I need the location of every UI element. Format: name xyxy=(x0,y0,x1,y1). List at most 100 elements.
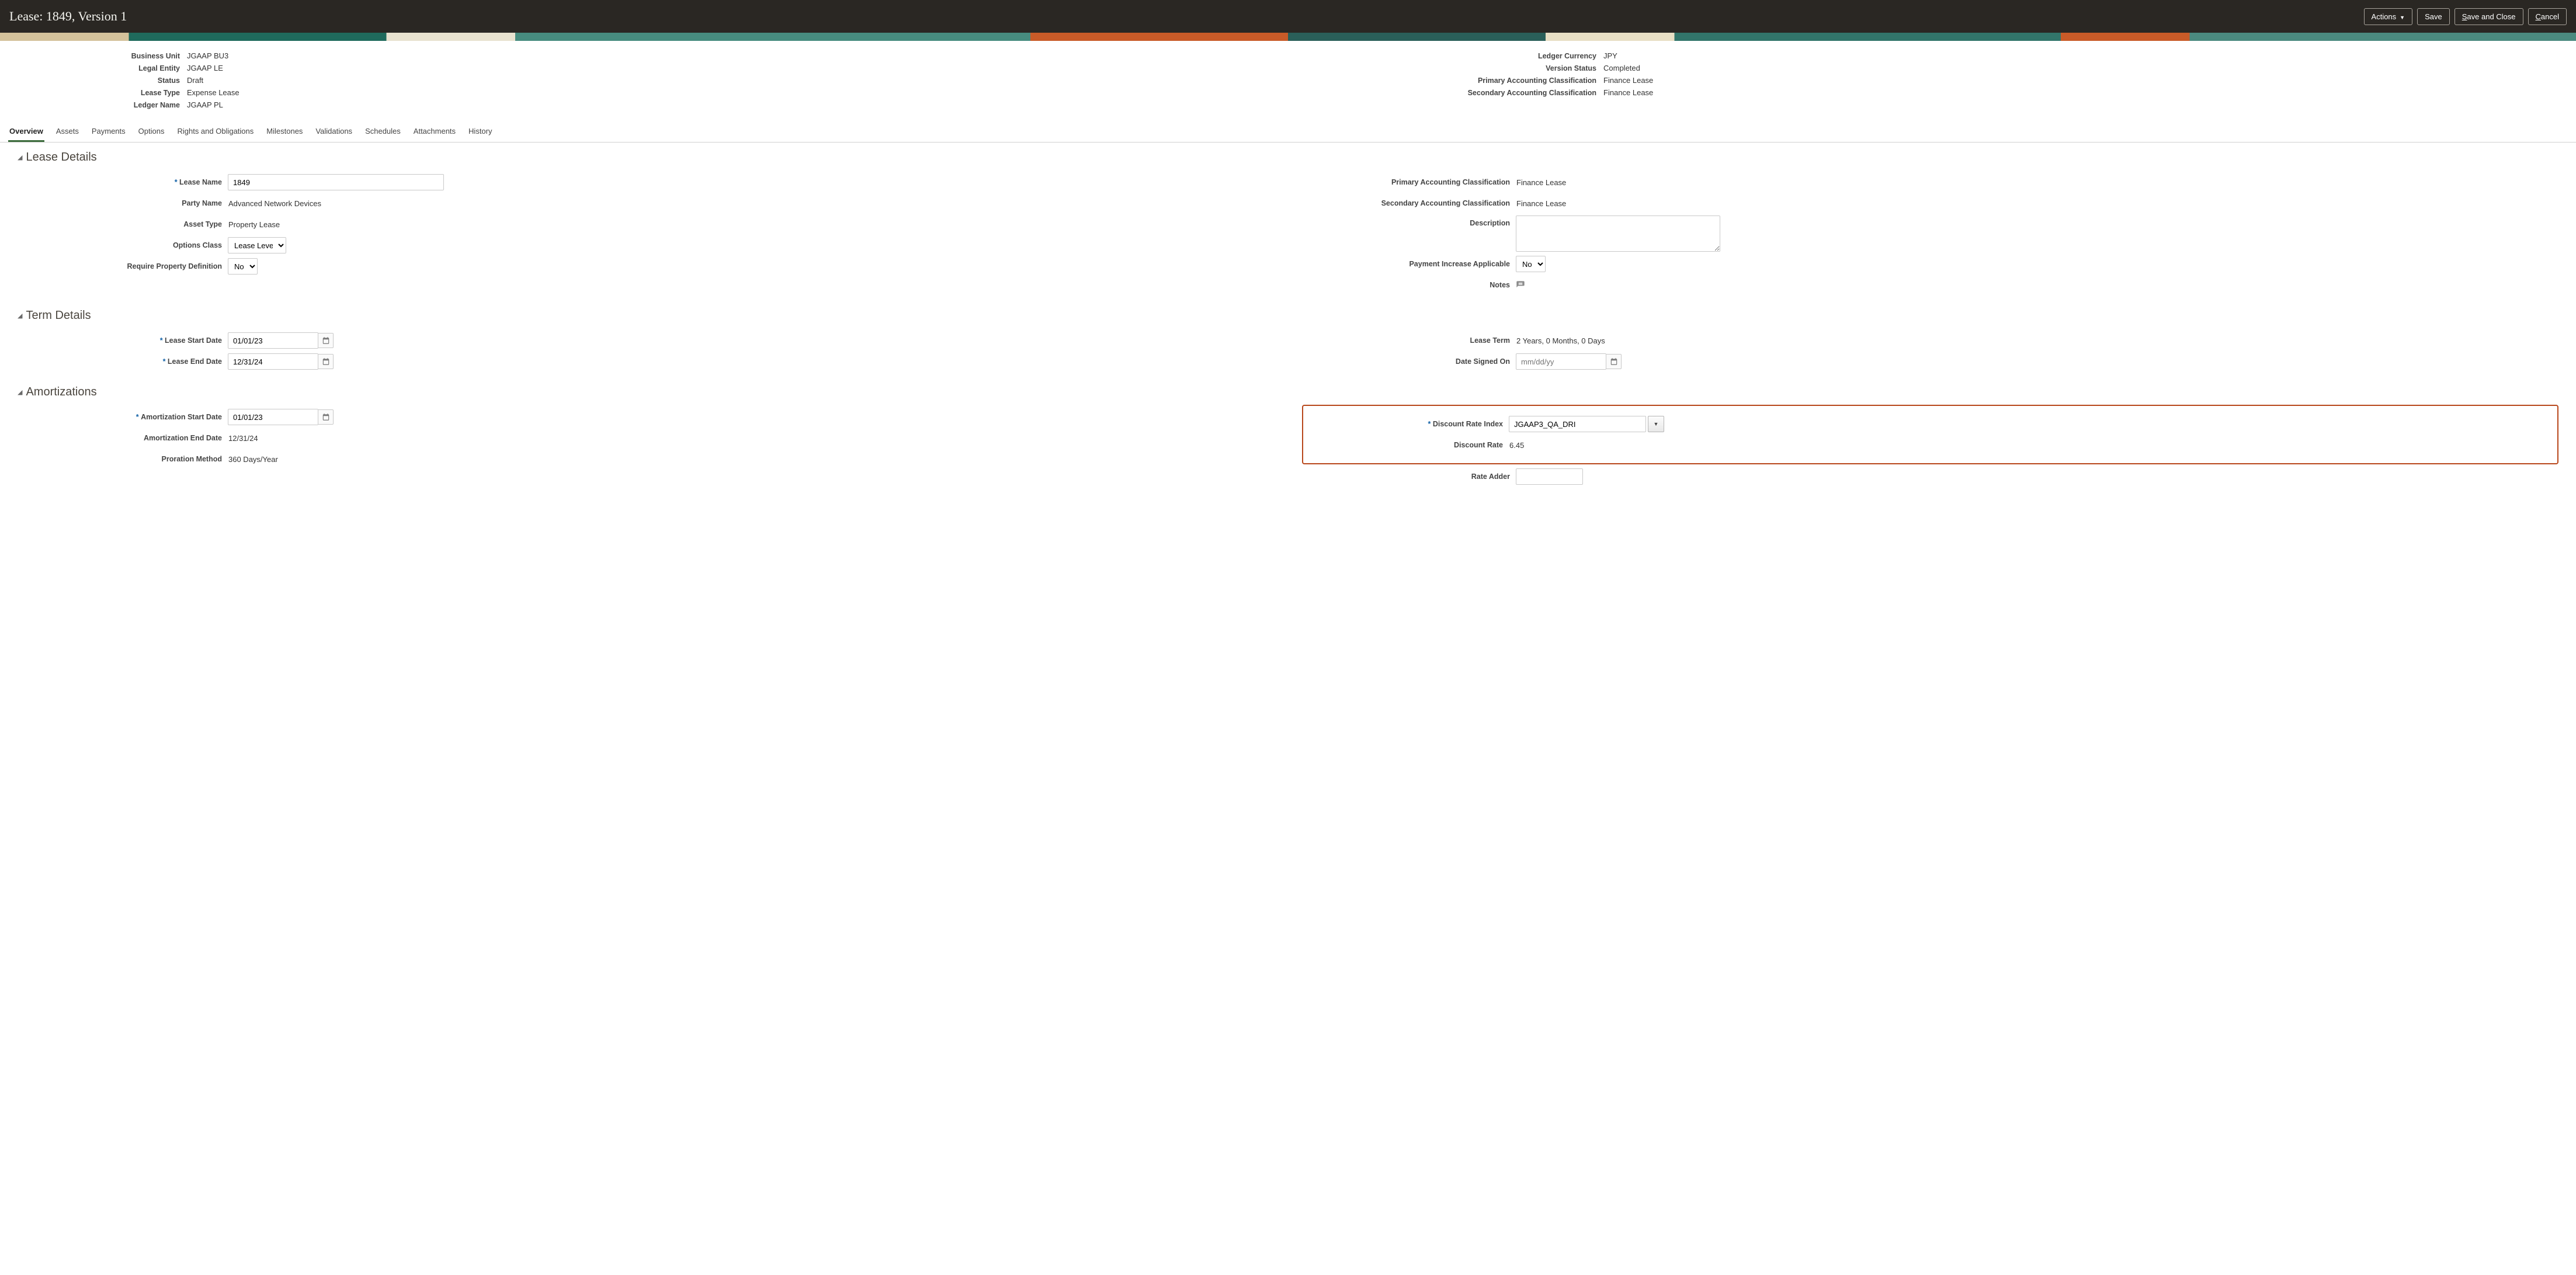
description-label: Description xyxy=(1306,216,1516,227)
options-class-select[interactable]: Lease Level xyxy=(228,237,286,253)
payment-increase-label: Payment Increase Applicable xyxy=(1306,260,1516,268)
tab-assets[interactable]: Assets xyxy=(55,121,80,142)
lease-details-header[interactable]: ◢ Lease Details xyxy=(18,151,2558,164)
lease-term-label: Lease Term xyxy=(1306,336,1516,345)
lease-type-value: Expense Lease xyxy=(187,88,239,97)
chevron-down-icon xyxy=(2400,12,2405,21)
tab-schedules[interactable]: Schedules xyxy=(364,121,402,142)
header-buttons: Actions Save Save and Close Cancel xyxy=(2364,8,2567,25)
tab-milestones[interactable]: Milestones xyxy=(265,121,304,142)
proration-label: Proration Method xyxy=(18,455,228,463)
lease-term-value: 2 Years, 0 Months, 0 Days xyxy=(1516,336,1605,345)
tab-history[interactable]: History xyxy=(467,121,493,142)
term-details-header[interactable]: ◢ Term Details xyxy=(18,309,2558,322)
tab-rights[interactable]: Rights and Obligations xyxy=(176,121,255,142)
decorative-strip xyxy=(0,33,2576,41)
ledger-currency-label: Ledger Currency xyxy=(1300,52,1603,60)
primary-acc-value: Finance Lease xyxy=(1603,76,1653,85)
summary-left: Business UnitJGAAP BU3 Legal EntityJGAAP… xyxy=(12,48,1276,113)
summary-right: Ledger CurrencyJPY Version StatusComplet… xyxy=(1300,48,2564,113)
legal-entity-value: JGAAP LE xyxy=(187,64,223,72)
status-label: Status xyxy=(12,77,187,85)
discount-index-dropdown-icon[interactable] xyxy=(1648,416,1664,432)
date-signed-label: Date Signed On xyxy=(1306,357,1516,366)
lease-start-input[interactable] xyxy=(228,332,318,349)
proration-value: 360 Days/Year xyxy=(228,455,278,464)
actions-button[interactable]: Actions xyxy=(2364,8,2413,25)
secondary-acc-label: Secondary Accounting Classification xyxy=(1300,89,1603,97)
lease-type-label: Lease Type xyxy=(12,89,187,97)
rate-adder-input[interactable] xyxy=(1516,468,1583,485)
section-lease-details: ◢ Lease Details Lease Name Party Name Ad… xyxy=(0,143,2576,301)
lease-end-input[interactable] xyxy=(228,353,318,370)
asset-type-label: Asset Type xyxy=(18,220,228,228)
primary-class-label: Primary Accounting Classification xyxy=(1306,178,1516,186)
amort-end-value: 12/31/24 xyxy=(228,434,258,443)
options-class-label: Options Class xyxy=(18,241,228,249)
primary-class-value: Finance Lease xyxy=(1516,178,1566,187)
save-close-label: Save and Close xyxy=(2462,12,2516,21)
primary-acc-label: Primary Accounting Classification xyxy=(1300,77,1603,85)
save-and-close-button[interactable]: Save and Close xyxy=(2455,8,2523,25)
collapse-icon: ◢ xyxy=(18,388,22,396)
amort-end-label: Amortization End Date xyxy=(18,434,228,442)
party-name-value: Advanced Network Devices xyxy=(228,199,321,208)
tab-overview[interactable]: Overview xyxy=(8,121,44,142)
tab-payments[interactable]: Payments xyxy=(91,121,127,142)
notes-label: Notes xyxy=(1306,281,1516,289)
business-unit-label: Business Unit xyxy=(12,52,187,60)
lease-name-label: Lease Name xyxy=(18,178,228,186)
discount-rate-value: 6.45 xyxy=(1509,441,1524,450)
amortizations-title: Amortizations xyxy=(26,385,96,399)
save-button[interactable]: Save xyxy=(2417,8,2450,25)
section-term-details: ◢ Term Details Lease Start Date Lease En… xyxy=(0,301,2576,377)
amort-start-input[interactable] xyxy=(228,409,318,425)
tab-attachments[interactable]: Attachments xyxy=(412,121,457,142)
party-name-label: Party Name xyxy=(18,199,228,207)
payment-increase-select[interactable]: No xyxy=(1516,256,1546,272)
lease-start-label: Lease Start Date xyxy=(18,336,228,345)
header-bar: Lease: 1849, Version 1 Actions Save Save… xyxy=(0,0,2576,33)
discount-index-label: Discount Rate Index xyxy=(1306,420,1509,428)
ledger-name-label: Ledger Name xyxy=(12,101,187,109)
ledger-name-value: JGAAP PL xyxy=(187,100,223,109)
term-details-title: Term Details xyxy=(26,309,91,322)
tab-validations[interactable]: Validations xyxy=(314,121,353,142)
section-amortizations: ◢ Amortizations Amortization Start Date … xyxy=(0,377,2576,492)
summary-block: Business UnitJGAAP BU3 Legal EntityJGAAP… xyxy=(0,41,2576,116)
ledger-currency-value: JPY xyxy=(1603,51,1617,60)
date-signed-input[interactable] xyxy=(1516,353,1606,370)
notes-icon[interactable] xyxy=(1516,280,1525,290)
calendar-icon[interactable] xyxy=(1606,354,1622,369)
amortizations-header[interactable]: ◢ Amortizations xyxy=(18,385,2558,399)
asset-type-value: Property Lease xyxy=(228,220,280,229)
actions-label: Actions xyxy=(2372,12,2397,21)
calendar-icon[interactable] xyxy=(318,354,334,369)
rate-adder-label: Rate Adder xyxy=(1306,473,1516,481)
calendar-icon[interactable] xyxy=(318,333,334,348)
discount-index-input[interactable] xyxy=(1509,416,1646,432)
collapse-icon: ◢ xyxy=(18,154,22,161)
require-prop-label: Require Property Definition xyxy=(18,262,228,270)
version-status-label: Version Status xyxy=(1300,64,1603,72)
tab-bar: Overview Assets Payments Options Rights … xyxy=(0,121,2576,143)
collapse-icon: ◢ xyxy=(18,312,22,319)
description-textarea[interactable] xyxy=(1516,216,1720,252)
lease-end-label: Lease End Date xyxy=(18,357,228,366)
save-label: Save xyxy=(2425,12,2442,21)
secondary-class-value: Finance Lease xyxy=(1516,199,1566,208)
page-title: Lease: 1849, Version 1 xyxy=(9,9,127,24)
discount-rate-label: Discount Rate xyxy=(1306,441,1509,449)
tab-options[interactable]: Options xyxy=(137,121,166,142)
discount-highlight: Discount Rate Index Discount Rate 6.45 xyxy=(1302,405,2558,464)
cancel-button[interactable]: Cancel xyxy=(2528,8,2567,25)
secondary-acc-value: Finance Lease xyxy=(1603,88,1653,97)
lease-details-title: Lease Details xyxy=(26,151,96,164)
lease-name-input[interactable] xyxy=(228,174,444,190)
business-unit-value: JGAAP BU3 xyxy=(187,51,228,60)
version-status-value: Completed xyxy=(1603,64,1640,72)
amort-start-label: Amortization Start Date xyxy=(18,413,228,421)
calendar-icon[interactable] xyxy=(318,409,334,425)
status-value: Draft xyxy=(187,76,203,85)
require-prop-select[interactable]: No xyxy=(228,258,258,275)
